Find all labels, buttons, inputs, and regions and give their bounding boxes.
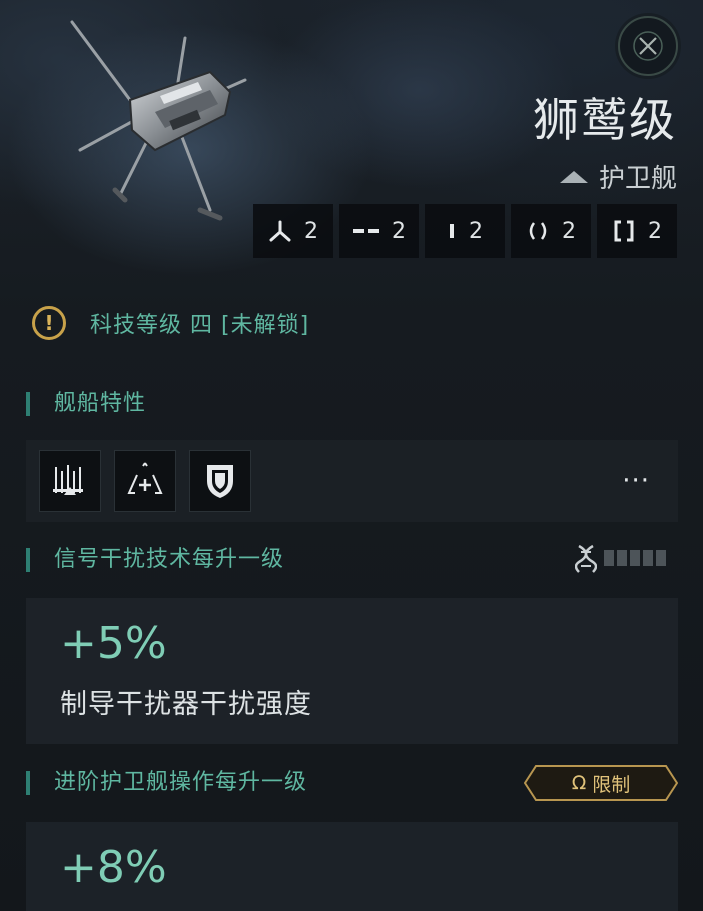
warning-icon: ! [32, 306, 66, 340]
trait-shield[interactable] [189, 450, 251, 512]
ship-name: 狮鹫级 [533, 93, 677, 147]
ship-image [70, 20, 247, 221]
trait-missile[interactable] [39, 450, 101, 512]
triangle-plus-icon [127, 462, 163, 494]
parens-icon [529, 222, 547, 240]
slot-value: 2 [648, 218, 662, 244]
slot-value: 2 [469, 218, 483, 244]
missile-rack-icon [53, 465, 83, 495]
slot-value: 2 [562, 218, 576, 244]
restriction-badge[interactable]: Ω 限制 [524, 765, 678, 801]
traits-panel: ··· [26, 440, 678, 522]
ship-class: 护卫舰 [559, 158, 677, 195]
restriction-badge-label: 限制 [592, 773, 631, 796]
slot-high[interactable]: 2 [253, 204, 333, 258]
skill-level-pip [604, 550, 614, 566]
slot-value: 2 [304, 218, 318, 244]
tech-level-text: 科技等级 四 [未解锁] [90, 313, 310, 338]
skill-level-pip [617, 550, 627, 566]
omega-icon: Ω [571, 772, 587, 794]
shield-icon [207, 465, 233, 498]
skill1-bonus-value: +5% [60, 618, 167, 669]
slot-rig[interactable]: 2 [511, 204, 591, 258]
trait-drone[interactable] [114, 450, 176, 512]
tech-level-row: ! 科技等级 四 [未解锁] [32, 306, 309, 340]
frigate-class-icon [559, 170, 588, 183]
ship-class-label: 护卫舰 [598, 164, 677, 194]
skill1-bonus-panel: +5% 制导干扰器干扰强度 [26, 598, 678, 744]
brackets-icon [614, 220, 634, 242]
slot-summary: 2 2 2 2 2 [253, 204, 677, 258]
bar-icon [450, 224, 454, 238]
skill-level-pip [656, 550, 666, 566]
restriction-badge-content: Ω 限制 [524, 765, 678, 801]
skill-level-indicator [604, 550, 666, 566]
skill2-bonus-panel: +8% [26, 822, 678, 911]
skill2-title: 进阶护卫舰操作每升一级 [26, 771, 307, 795]
slot-value: 2 [392, 218, 406, 244]
traits-section-title: 舰船特性 [26, 392, 146, 416]
skill1-bonus-description: 制导干扰器干扰强度 [60, 689, 312, 720]
slot-low[interactable]: 2 [425, 204, 505, 258]
skill1-title: 信号干扰技术每升一级 [26, 548, 284, 572]
skill-level-pip [643, 550, 653, 566]
more-options-button[interactable]: ··· [622, 466, 650, 496]
slot-subsystem[interactable]: 2 [597, 204, 677, 258]
close-x-icon [633, 31, 663, 61]
dash-icon [353, 229, 379, 233]
tri-branch-icon [269, 220, 291, 242]
close-button[interactable] [618, 16, 678, 76]
skill-level-pip [630, 550, 640, 566]
skill2-bonus-value: +8% [60, 842, 167, 893]
slot-mid[interactable]: 2 [339, 204, 419, 258]
skill-dna-icon [575, 544, 597, 573]
